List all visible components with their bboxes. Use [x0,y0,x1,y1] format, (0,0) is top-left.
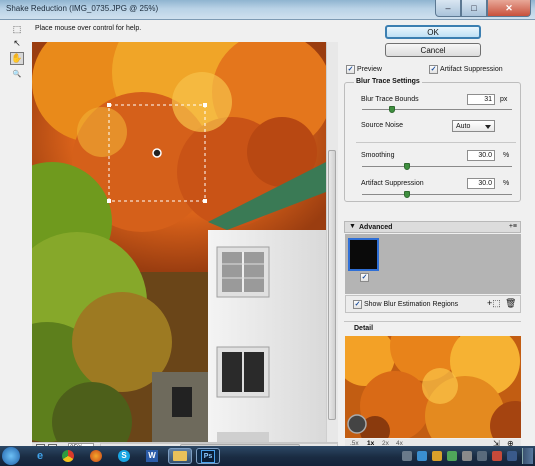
blur-trace-enable-checkbox[interactable]: ✓ [360,273,369,282]
photoshop-icon[interactable]: Ps [196,448,220,464]
artifact-suppression-slider-knob[interactable] [404,191,410,198]
smoothing-input[interactable]: 30.0 [467,150,495,161]
zoom-tool-icon[interactable]: 🔍 [10,67,24,80]
window-title: Shake Reduction (IMG_0735.JPG @ 25%) [6,4,159,13]
tray-app-icon[interactable] [432,451,442,461]
settings-divider [356,142,516,143]
preview-image [32,42,326,442]
preview-canvas[interactable] [32,42,326,442]
minimize-button[interactable]: – [435,0,461,17]
show-regions-checkbox[interactable]: ✓ [353,300,362,309]
marquee-tool-icon[interactable]: ⬚ [10,23,24,36]
skype-icon[interactable]: S [112,448,136,464]
trash-icon[interactable]: 🗑 [505,298,516,309]
blur-trace-bounds-input[interactable]: 31 [467,94,495,105]
start-orb-icon[interactable] [2,447,20,465]
tray-app-icon[interactable] [447,451,457,461]
blur-estimation-tool-icon[interactable]: ↖ [10,37,24,50]
artifact-suppression-slider[interactable] [362,194,512,195]
smoothing-label: Smoothing [361,152,395,159]
tray-app-icon[interactable] [402,451,412,461]
collapse-triangle-icon[interactable]: ▼ [349,223,356,230]
artifact-suppression-input[interactable]: 30.0 [467,178,495,189]
tray-app-icon[interactable] [492,451,502,461]
artifact-suppression-unit: % [503,180,510,187]
blur-trace-bounds-slider-knob[interactable] [389,106,395,113]
add-blur-trace-icon[interactable]: +⬚ [487,298,501,309]
advanced-title: Advanced [359,224,393,231]
tray-app-icon[interactable] [417,451,427,461]
blur-trace-bounds-unit: px [500,96,508,103]
vertical-scroll-thumb[interactable] [328,150,336,420]
close-button[interactable]: ✕ [487,0,531,17]
tool-palette: ⬚ ↖ ✋ 🔍 [8,23,26,83]
source-noise-dropdown[interactable]: Auto [452,120,495,132]
blur-trace-bounds-label: Blur Trace Bounds [361,96,419,103]
smoothing-unit: % [503,152,510,159]
blur-trace-settings-title: Blur Trace Settings [354,78,422,85]
help-text: Place mouse over control for help. [35,25,142,32]
maximize-button[interactable]: □ [461,0,487,17]
detail-panel-header: Detail [344,321,521,335]
panel-menu-icon[interactable]: +≡ [509,223,517,230]
hand-tool-icon[interactable]: ✋ [10,52,24,65]
ok-button[interactable]: OK [385,25,481,39]
artifact-suppression-checkbox[interactable]: ✓ [429,65,438,74]
tray-app-icon[interactable] [477,451,487,461]
ie-icon[interactable]: e [28,448,52,464]
blur-trace-thumbnail[interactable] [348,238,379,271]
word-icon[interactable]: W [140,448,164,464]
cancel-button[interactable]: Cancel [385,43,481,57]
show-desktop-button[interactable] [522,448,533,464]
detail-image [345,336,521,438]
explorer-icon[interactable] [168,448,192,464]
advanced-panel-footer: ✓ Show Blur Estimation Regions +⬚ 🗑 [345,295,521,313]
firefox-icon[interactable] [84,448,108,464]
advanced-panel-header[interactable]: ▼ Advanced +≡ [344,221,521,233]
show-regions-label: Show Blur Estimation Regions [364,301,459,308]
window-controls: – □ ✕ [435,0,531,17]
tray-app-icon[interactable] [507,451,517,461]
preview-checkbox[interactable]: ✓ [346,65,355,74]
preview-label: Preview [357,66,382,73]
detail-title: Detail [354,325,374,332]
artifact-suppression-label: Artifact Suppression [361,180,424,187]
taskbar: e S W Ps [0,446,535,466]
source-noise-label: Source Noise [361,122,404,129]
detail-loupe[interactable] [345,336,521,438]
smoothing-slider-knob[interactable] [404,163,410,170]
blur-trace-bounds-slider[interactable] [362,109,512,110]
smoothing-slider[interactable] [362,166,512,167]
tray-app-icon[interactable] [462,451,472,461]
chrome-icon[interactable] [56,448,80,464]
artifact-suppression-option-label: Artifact Suppression [440,66,503,73]
